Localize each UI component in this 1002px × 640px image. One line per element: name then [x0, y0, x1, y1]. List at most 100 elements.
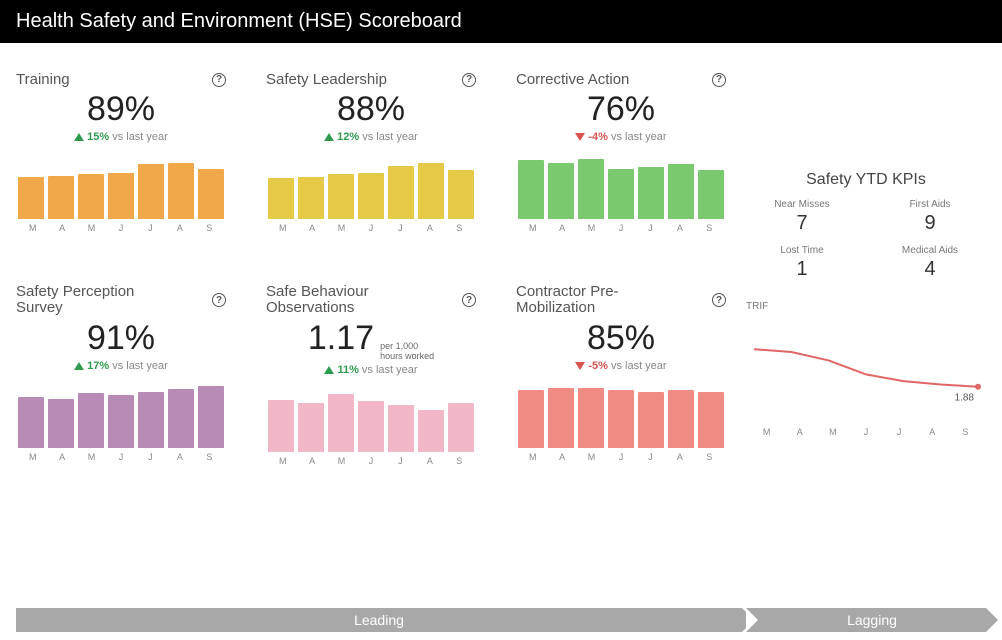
xlabel: A — [297, 223, 326, 233]
kpi-value: 1 — [746, 258, 858, 281]
lagging-band: Lagging — [746, 608, 986, 632]
xlabel: M — [77, 223, 106, 233]
delta-vs-text: vs last year — [112, 131, 168, 143]
xlabel: M — [577, 223, 606, 233]
footer-bands: Leading Lagging — [16, 608, 986, 632]
bar — [198, 386, 224, 448]
bar-chart — [516, 149, 726, 219]
card-value: 89% — [87, 90, 155, 129]
kpi-value: 9 — [874, 212, 986, 235]
help-icon[interactable]: ? — [462, 293, 476, 307]
bar — [698, 170, 724, 219]
xlabel: M — [750, 427, 783, 437]
bar — [418, 163, 444, 219]
bar — [18, 397, 44, 447]
xlabel: M — [327, 223, 356, 233]
trif-line — [754, 349, 978, 387]
arrow-up-icon — [324, 133, 334, 141]
bar — [418, 410, 444, 452]
help-icon[interactable]: ? — [712, 73, 726, 87]
bar — [698, 392, 724, 448]
xlabel: J — [636, 223, 665, 233]
bar — [108, 395, 134, 448]
delta-vs-text: vs last year — [611, 131, 667, 143]
xlabel: M — [18, 452, 47, 462]
xlabel: A — [547, 452, 576, 462]
help-icon[interactable]: ? — [212, 293, 226, 307]
bar — [548, 163, 574, 219]
xlabel: A — [415, 223, 444, 233]
bar — [518, 390, 544, 447]
help-icon[interactable]: ? — [462, 73, 476, 87]
trif-last-label: 1.88 — [955, 393, 975, 404]
lagging-band-label: Lagging — [847, 612, 897, 628]
bar — [448, 403, 474, 452]
kpi-label: First Aids — [874, 199, 986, 210]
xlabel: S — [445, 456, 474, 466]
delta-vs-text: vs last year — [362, 364, 418, 376]
bar — [388, 405, 414, 451]
arrow-up-icon — [324, 366, 334, 374]
xlabel: A — [665, 223, 694, 233]
xlabel: A — [783, 427, 816, 437]
help-icon[interactable]: ? — [212, 73, 226, 87]
bar — [358, 173, 384, 219]
xlabel: S — [195, 452, 224, 462]
xlabel: M — [268, 223, 297, 233]
bar — [548, 388, 574, 448]
xlabel: S — [195, 223, 224, 233]
xlabel: A — [415, 456, 444, 466]
xlabel: M — [327, 456, 356, 466]
bar — [138, 392, 164, 448]
xlabel: S — [695, 223, 724, 233]
card-value: 85% — [587, 319, 655, 358]
help-icon[interactable]: ? — [712, 293, 726, 307]
leading-band: Leading — [16, 608, 742, 632]
card-value: 1.17 — [308, 319, 374, 358]
bar — [448, 170, 474, 219]
lagging-panel: Safety YTD KPIs Near Misses7First Aids9L… — [746, 71, 986, 466]
xlabel: J — [136, 452, 165, 462]
xlabel: J — [106, 452, 135, 462]
card-value: 76% — [587, 90, 655, 129]
bar-xlabels: MAMJJAS — [516, 448, 726, 462]
bar — [108, 173, 134, 219]
xlabel: J — [386, 223, 415, 233]
bar-chart — [16, 149, 226, 219]
xlabel: A — [297, 456, 326, 466]
bar — [518, 160, 544, 219]
bar — [298, 177, 324, 219]
xlabel: J — [849, 427, 882, 437]
bar — [608, 390, 634, 447]
bar — [358, 401, 384, 451]
delta-value: -4% — [588, 131, 608, 143]
bar-chart — [266, 149, 476, 219]
bar — [48, 176, 74, 219]
delta-value: 11% — [337, 364, 358, 376]
bar — [268, 400, 294, 452]
card-value: 88% — [337, 90, 405, 129]
kpi-value: 7 — [746, 212, 858, 235]
delta-row: 11% vs last year — [266, 364, 476, 376]
bar — [138, 164, 164, 219]
bar — [298, 403, 324, 452]
bar — [638, 392, 664, 448]
card-contractor-premob: Contractor Pre-Mobilization?85%-5%vs las… — [516, 283, 726, 465]
trif-last-point — [975, 384, 981, 390]
xlabel: A — [547, 223, 576, 233]
arrow-up-icon — [74, 133, 84, 141]
kpi-value: 4 — [874, 258, 986, 281]
arrow-up-icon — [74, 362, 84, 370]
xlabel: A — [665, 452, 694, 462]
delta-value: -5% — [588, 360, 608, 372]
delta-row: 12%vs last year — [266, 131, 476, 143]
page-title: Health Safety and Environment (HSE) Scor… — [16, 10, 462, 32]
bar — [48, 399, 74, 448]
xlabel: M — [518, 452, 547, 462]
xlabel: J — [106, 223, 135, 233]
bar — [168, 389, 194, 448]
bar — [578, 388, 604, 448]
xlabel: A — [47, 223, 76, 233]
bar — [168, 163, 194, 219]
bar-chart — [516, 378, 726, 448]
